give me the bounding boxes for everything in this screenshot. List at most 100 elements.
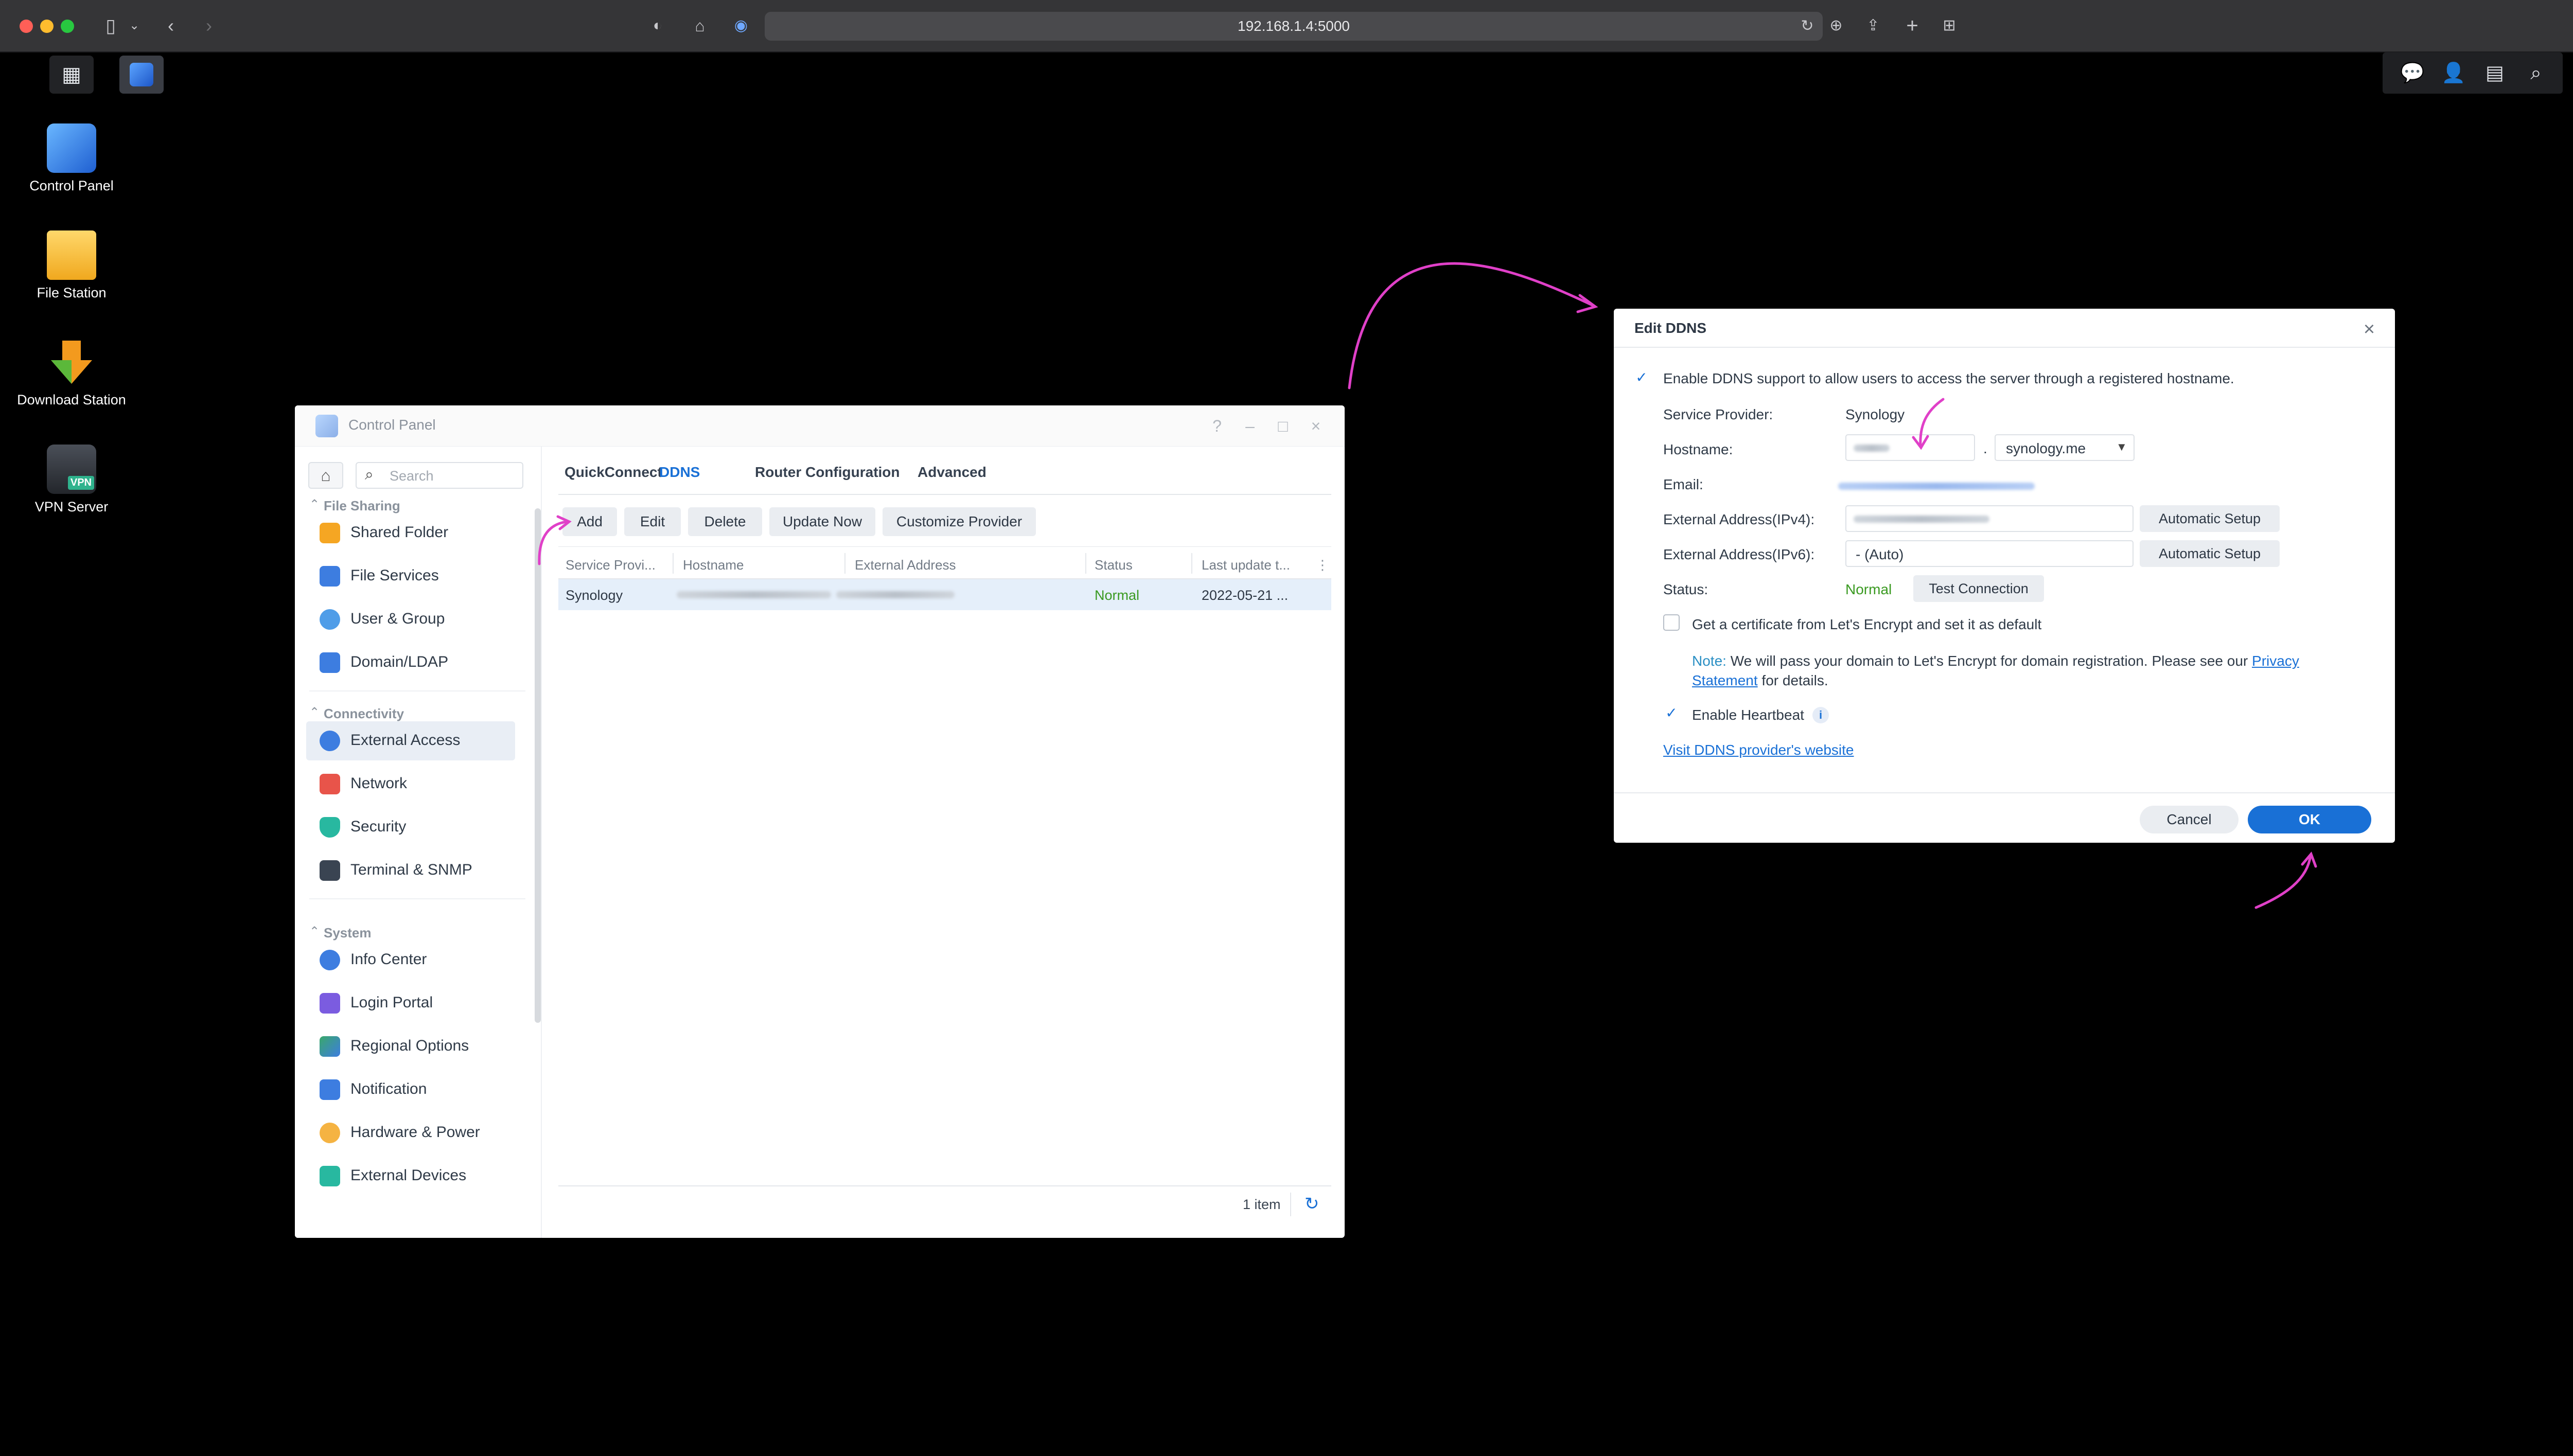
delete-button[interactable]: Delete — [688, 507, 762, 536]
ok-button[interactable]: OK — [2248, 806, 2371, 833]
forward-icon[interactable]: › — [199, 15, 219, 36]
grid-header: Service Provi... Hostname External Addre… — [558, 546, 1331, 579]
minimize-icon[interactable]: – — [1239, 415, 1261, 437]
column-separator[interactable] — [1085, 553, 1086, 574]
test-connection-button[interactable]: Test Connection — [1913, 575, 2044, 602]
download-icon[interactable]: ⊕ — [1825, 15, 1847, 36]
user-icon[interactable]: 👤 — [2440, 60, 2467, 86]
column-service-provider[interactable]: Service Provi... — [566, 557, 656, 573]
ipv4-automatic-setup-button[interactable]: Automatic Setup — [2140, 505, 2280, 532]
hostname-label: Hostname: — [1663, 441, 1733, 457]
new-tab-icon[interactable]: + — [1901, 15, 1924, 36]
ipv4-input[interactable] — [1845, 505, 2134, 532]
shared-folder-icon — [320, 523, 340, 543]
tab-router-configuration[interactable]: Router Configuration — [755, 464, 900, 481]
address-bar[interactable]: 192.168.1.4:5000 ↻ — [765, 12, 1823, 41]
add-button[interactable]: Add — [562, 507, 617, 536]
column-external-address[interactable]: External Address — [855, 557, 956, 573]
sidebar-item-login-portal[interactable]: Login Portal — [306, 984, 515, 1023]
sidebar-item-terminal-snmp[interactable]: Terminal & SNMP — [306, 851, 515, 890]
sidebar-item-notification[interactable]: Notification — [306, 1070, 515, 1109]
tab-advanced[interactable]: Advanced — [918, 464, 986, 481]
privacy-statement-link[interactable]: Statement — [1692, 672, 1758, 688]
search-icon[interactable]: ⌕ — [2523, 60, 2549, 86]
info-icon[interactable]: i — [1812, 707, 1829, 723]
lets-encrypt-checkbox[interactable] — [1663, 614, 1680, 631]
chevron-up-icon[interactable]: ⌃ — [309, 705, 320, 720]
note-tail: for details. — [1757, 672, 1828, 688]
ipv6-input[interactable]: - (Auto) — [1845, 540, 2134, 567]
tab-quickconnect[interactable]: QuickConnect — [565, 464, 662, 481]
desktop-file-station[interactable]: File Station — [12, 230, 131, 301]
notification-icon[interactable]: 💬 — [2399, 60, 2426, 86]
visit-provider-link[interactable]: Visit DDNS provider's website — [1663, 742, 1854, 758]
desktop-control-panel[interactable]: Control Panel — [12, 123, 131, 194]
share-icon[interactable]: ⇪ — [1862, 15, 1884, 36]
section-system[interactable]: System — [324, 925, 372, 941]
sidebar-toggle-icon[interactable]: ▯ — [98, 15, 124, 36]
column-last-update[interactable]: Last update t... — [1202, 557, 1290, 573]
column-separator[interactable] — [673, 553, 674, 574]
column-status[interactable]: Status — [1095, 557, 1133, 573]
section-file-sharing[interactable]: File Sharing — [324, 498, 400, 514]
customize-provider-button[interactable]: Customize Provider — [883, 507, 1036, 536]
privacy-statement-link[interactable]: Privacy — [2252, 653, 2299, 669]
window-titlebar[interactable]: Control Panel ? – □ × — [295, 405, 1345, 447]
search-input[interactable]: ⌕ Search — [356, 462, 523, 489]
column-separator[interactable] — [844, 553, 845, 574]
sidebar-item-external-access[interactable]: External Access — [306, 721, 515, 760]
reload-icon[interactable]: ↻ — [1797, 16, 1818, 37]
taskbar-control-panel[interactable] — [119, 56, 164, 94]
refresh-icon[interactable]: ↻ — [1305, 1194, 1319, 1214]
chevron-up-icon[interactable]: ⌃ — [309, 497, 320, 512]
sidebar-item-file-services[interactable]: File Services — [306, 557, 515, 596]
domain-select[interactable]: synology.me ▼ — [1995, 434, 2135, 461]
widgets-icon[interactable]: ▤ — [2481, 60, 2508, 86]
sidebar-item-security[interactable]: Security — [306, 808, 515, 847]
chevron-down-icon[interactable]: ⌄ — [127, 15, 142, 36]
cancel-button[interactable]: Cancel — [2140, 806, 2239, 833]
edit-button[interactable]: Edit — [624, 507, 681, 536]
table-row[interactable]: Synology Normal 2022-05-21 ... — [558, 579, 1331, 610]
sidebar-item-user-group[interactable]: User & Group — [306, 600, 515, 639]
sidebar-item-info-center[interactable]: Info Center — [306, 940, 515, 980]
desktop-vpn-server[interactable]: VPN VPN Server — [12, 445, 131, 515]
sidebar-item-domain-ldap[interactable]: Domain/LDAP — [306, 643, 515, 682]
chevron-up-icon[interactable]: ⌃ — [309, 924, 320, 939]
sidebar-item-network[interactable]: Network — [306, 765, 515, 804]
password-manager-icon[interactable]: ◉ — [730, 15, 752, 36]
minimize-window-button[interactable] — [40, 20, 54, 33]
desktop-download-station[interactable]: Download Station — [12, 338, 131, 408]
main-menu-button[interactable]: ▦ — [49, 56, 94, 94]
sidebar-item-hardware-power[interactable]: Hardware & Power — [306, 1113, 515, 1152]
column-menu-icon[interactable]: ⋮ — [1316, 557, 1329, 573]
maximize-icon[interactable]: □ — [1272, 415, 1294, 437]
tab-ddns[interactable]: DDNS — [659, 464, 700, 481]
note-label: Note: — [1692, 653, 1726, 669]
enable-heartbeat-checkbox[interactable]: ✓ — [1663, 705, 1680, 721]
close-window-button[interactable] — [20, 20, 33, 33]
home-button[interactable]: ⌂ — [308, 462, 343, 489]
arrow-to-dialog-head — [1576, 294, 1598, 313]
tab-overview-icon[interactable]: ⊞ — [1938, 15, 1961, 36]
sidebar-item-shared-folder[interactable]: Shared Folder — [306, 513, 515, 553]
close-icon[interactable]: × — [1305, 415, 1327, 437]
close-icon[interactable]: × — [2358, 318, 2381, 341]
sidebar-item-label: User & Group — [350, 610, 445, 627]
hostname-input[interactable] — [1845, 434, 1975, 461]
back-icon[interactable]: ‹ — [161, 15, 181, 36]
home-icon[interactable]: ⌂ — [689, 15, 711, 36]
enable-ddns-checkbox[interactable]: ✓ — [1633, 369, 1650, 386]
ipv6-automatic-setup-button[interactable]: Automatic Setup — [2140, 540, 2280, 567]
update-now-button[interactable]: Update Now — [769, 507, 875, 536]
help-icon[interactable]: ? — [1206, 415, 1228, 437]
sidebar-item-external-devices[interactable]: External Devices — [306, 1157, 515, 1196]
column-hostname[interactable]: Hostname — [683, 557, 744, 573]
shield-icon[interactable]: ◐ — [647, 15, 668, 36]
control-panel-icon — [315, 415, 338, 437]
section-connectivity[interactable]: Connectivity — [324, 706, 404, 722]
zoom-window-button[interactable] — [61, 20, 74, 33]
sidebar-item-regional-options[interactable]: Regional Options — [306, 1027, 515, 1066]
column-separator[interactable] — [1191, 553, 1192, 574]
sidebar-scrollbar[interactable] — [535, 508, 541, 1023]
